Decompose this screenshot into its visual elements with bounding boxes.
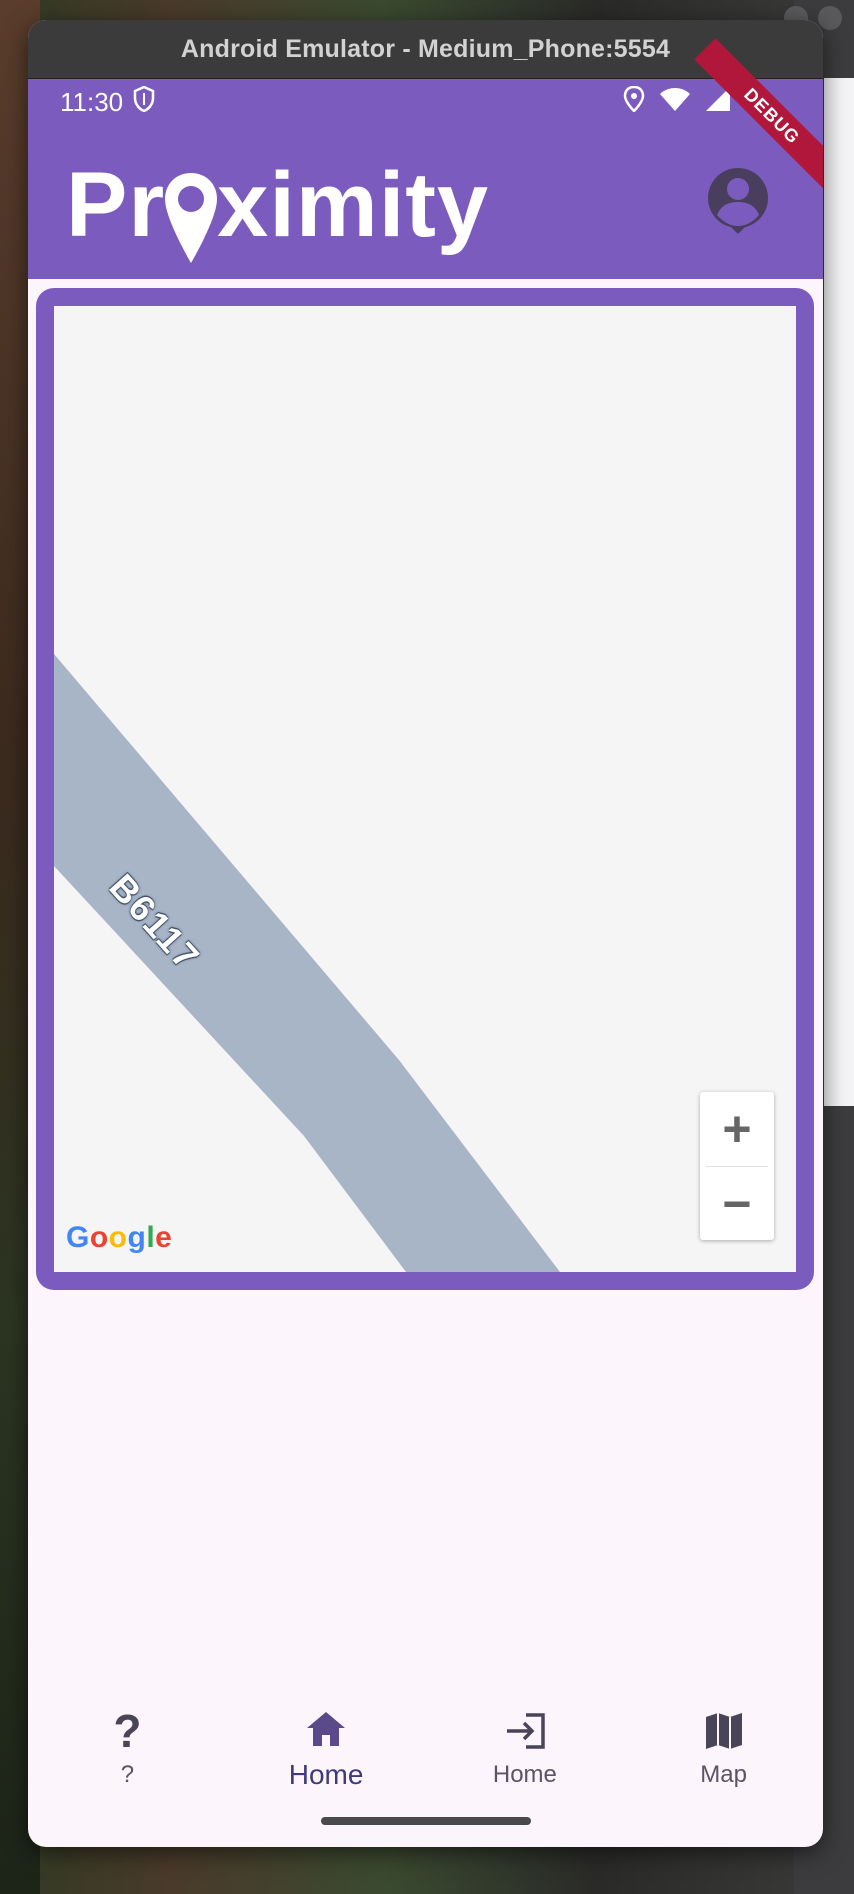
logo-text-end: ximity (217, 154, 490, 256)
nav-item-home[interactable]: Home (227, 1688, 426, 1808)
profile-button[interactable] (705, 165, 771, 235)
location-icon (623, 85, 645, 119)
zoom-out-button[interactable]: − (700, 1167, 774, 1241)
wifi-icon (659, 86, 691, 119)
account-icon (708, 168, 768, 234)
login-icon (504, 1707, 546, 1755)
gesture-handle[interactable] (321, 1817, 531, 1825)
map-card: B6117 Google + − (36, 288, 814, 1290)
emulator-window: Android Emulator - Medium_Phone:5554 11:… (28, 20, 823, 1847)
app-bar: 11:30 DEBUG Pr ximity (28, 38, 823, 279)
nav-label-login: Home (492, 1761, 557, 1788)
app-logo: Pr ximity (66, 151, 490, 263)
nav-label-help: ? (120, 1761, 135, 1788)
nav-item-map[interactable]: Map (624, 1688, 823, 1808)
nav-item-help[interactable]: ? ? (28, 1688, 227, 1808)
google-attribution: Google (66, 1221, 173, 1254)
zoom-in-button[interactable]: + (700, 1092, 774, 1166)
status-time: 11:30 (60, 86, 124, 117)
location-pin-icon (163, 171, 219, 265)
google-map[interactable]: B6117 Google + − (54, 306, 796, 1272)
road-b6117 (54, 654, 560, 1272)
question-icon: ? (113, 1705, 142, 1757)
nav-label-home: Home (288, 1759, 364, 1790)
zoom-controls: + − (700, 1092, 774, 1240)
background-panel (824, 78, 854, 1106)
shield-icon (133, 85, 155, 119)
map-icon (704, 1707, 744, 1755)
home-icon (305, 1705, 347, 1753)
logo-text-start: Pr (66, 154, 166, 256)
nav-item-login[interactable]: Home (426, 1688, 625, 1808)
nav-label-map: Map (700, 1761, 747, 1788)
bottom-navigation: ? ? Home Home Map (28, 1688, 823, 1808)
status-bar: 11:30 (28, 79, 823, 125)
